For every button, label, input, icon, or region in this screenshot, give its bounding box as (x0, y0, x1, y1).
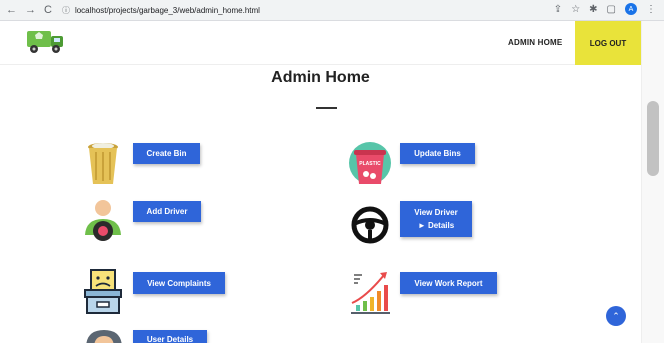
driver-avatar-icon (82, 197, 124, 248)
info-icon[interactable]: ⓘ (62, 5, 70, 16)
menu-icon[interactable]: ⋮ (646, 4, 656, 15)
sidepanel-icon[interactable]: ▢ (607, 4, 616, 15)
forward-icon[interactable]: → (25, 4, 36, 16)
complaint-box-icon (82, 268, 124, 321)
trash-bin-icon (85, 140, 121, 191)
user-avatar-icon (84, 328, 124, 343)
garbage-truck-logo-icon[interactable] (25, 25, 67, 62)
page-title: Admin Home (271, 69, 370, 86)
nav-admin-home[interactable]: ADMIN HOME (508, 38, 562, 47)
scrollbar-thumb[interactable] (647, 101, 659, 176)
browser-nav: ← → C (0, 4, 52, 16)
view-driver-label-line1: View Driver (414, 208, 458, 217)
app-header: ADMIN HOME LOG OUT (0, 21, 641, 65)
browser-toolbar: ← → C ⓘ localhost/projects/garbage_3/web… (0, 0, 664, 21)
chevron-up-icon: ⌃ (612, 310, 620, 321)
star-icon[interactable]: ☆ (571, 4, 580, 15)
steering-wheel-icon (350, 204, 390, 251)
address-bar[interactable]: ⓘ localhost/projects/garbage_3/web/admin… (62, 3, 260, 18)
create-bin-button[interactable]: Create Bin (133, 143, 200, 164)
view-work-report-button[interactable]: View Work Report (400, 272, 497, 294)
url-text: localhost/projects/garbage_3/web/admin_h… (74, 5, 260, 15)
user-details-button[interactable]: User Details (133, 330, 207, 343)
plastic-bin-icon: PLASTIC (348, 140, 392, 191)
plastic-label: PLASTIC (359, 161, 381, 167)
reload-icon[interactable]: C (44, 4, 52, 16)
view-complaints-button[interactable]: View Complaints (133, 272, 225, 294)
page: ← → C ⓘ localhost/projects/garbage_3/web… (0, 0, 664, 343)
profile-avatar[interactable]: A (625, 3, 637, 15)
update-bins-button[interactable]: Update Bins (400, 143, 475, 164)
title-divider (316, 107, 337, 109)
share-icon[interactable]: ⇪ (554, 4, 562, 15)
back-icon[interactable]: ← (6, 4, 17, 16)
view-driver-details-button[interactable]: View Driver ► Details (400, 201, 472, 237)
work-report-chart-icon (348, 267, 392, 320)
view-driver-label-line2: ► Details (417, 221, 455, 230)
browser-tools: ⇪ ☆ ✱ ▢ A ⋮ (554, 3, 656, 15)
scroll-top-button[interactable]: ⌃ (606, 306, 626, 326)
extensions-icon[interactable]: ✱ (589, 4, 597, 15)
add-driver-button[interactable]: Add Driver (133, 201, 201, 222)
scrollbar[interactable] (641, 21, 664, 343)
logout-button[interactable]: LOG OUT (575, 21, 641, 65)
